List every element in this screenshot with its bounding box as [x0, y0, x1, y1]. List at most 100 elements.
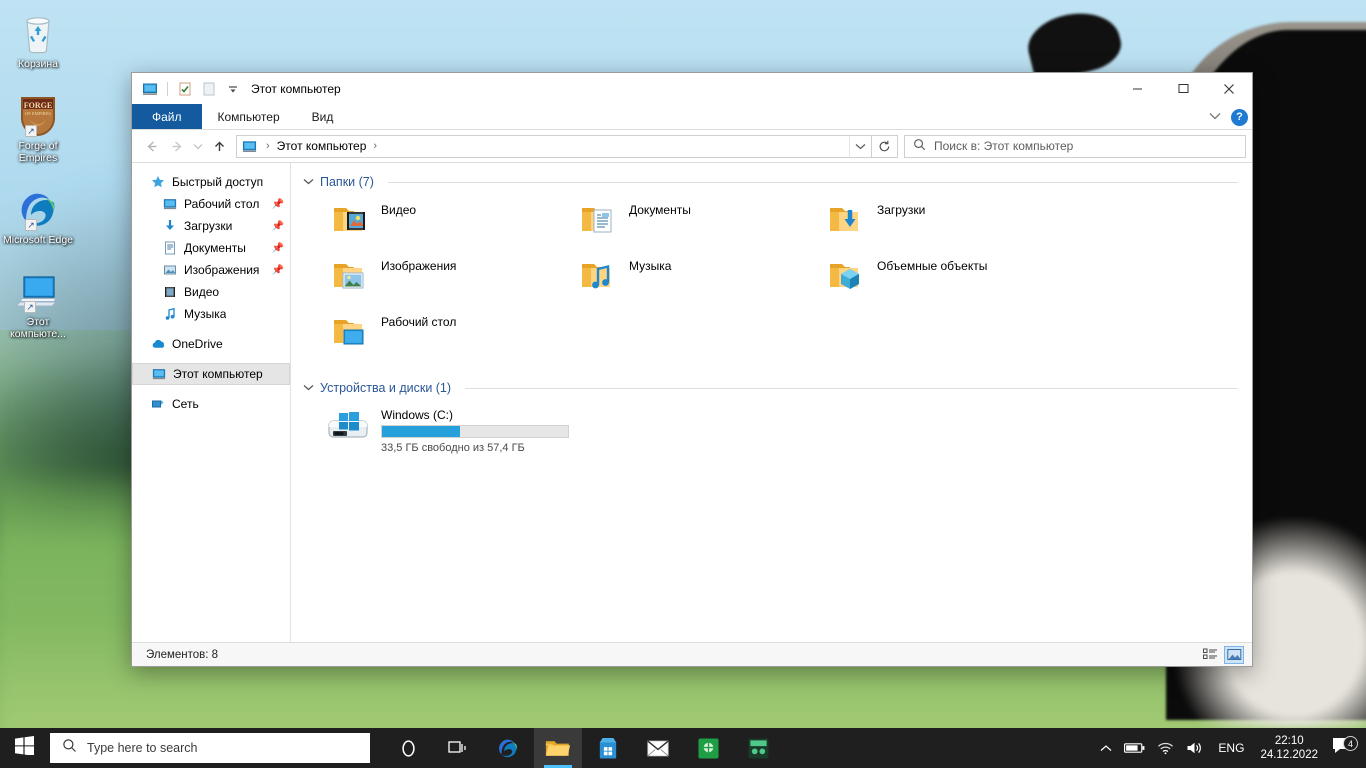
- cortana-icon[interactable]: [384, 728, 432, 768]
- folder-item-desktop[interactable]: Рабочий стол: [303, 307, 551, 363]
- pin-icon[interactable]: 📌: [272, 243, 284, 254]
- drive-capacity-bar: [381, 425, 569, 438]
- desktop-icon-label: Этот компьюте...: [10, 316, 66, 340]
- sidebar-item-music[interactable]: Музыка: [132, 303, 290, 325]
- sidebar-item-this-pc[interactable]: Этот компьютер: [132, 363, 290, 385]
- this-pc-icon: [151, 366, 167, 382]
- details-view-button[interactable]: [1200, 646, 1220, 664]
- sidebar-item-onedrive[interactable]: OneDrive: [132, 333, 290, 355]
- file-explorer-window[interactable]: Этот компьютер Файл Компьютер Вид ? › Эт…: [131, 72, 1253, 667]
- system-tray[interactable]: ENG 22:10 24.12.2022 4: [1094, 728, 1366, 768]
- folder-item-pictures[interactable]: Изображения: [303, 251, 551, 307]
- search-icon: [913, 138, 926, 154]
- chevron-down-icon[interactable]: [303, 383, 314, 394]
- customize-qat-icon[interactable]: [223, 79, 243, 99]
- content-pane[interactable]: Папки (7) Видео Документы Загрузки Изобр…: [291, 163, 1252, 642]
- drives-group-header[interactable]: Устройства и диски (1): [303, 381, 1238, 395]
- desktop-icon-recycle-bin[interactable]: Корзина: [0, 6, 76, 74]
- mail-icon[interactable]: [634, 728, 682, 768]
- desktop[interactable]: Корзина FORGE OF EMPIRES ↗ Forge of Empi…: [0, 0, 1366, 768]
- folder-item-3d-objects[interactable]: Объемные объекты: [799, 251, 1047, 307]
- window-controls[interactable]: [1114, 73, 1252, 104]
- drive-item-windows-c[interactable]: Windows (C:) 33,5 ГБ свободно из 57,4 ГБ: [303, 401, 1238, 454]
- microsoft-edge-icon: ↗: [2, 186, 74, 232]
- title-bar[interactable]: Этот компьютер: [132, 73, 1252, 104]
- new-folder-icon[interactable]: [199, 79, 219, 99]
- folder-item-downloads[interactable]: Загрузки: [799, 195, 1047, 251]
- clock-date: 24.12.2022: [1260, 749, 1318, 761]
- address-bar[interactable]: › Этот компьютер ›: [236, 134, 872, 158]
- microsoft-edge-icon[interactable]: [484, 728, 532, 768]
- folder-item-documents[interactable]: Документы: [551, 195, 799, 251]
- maximize-button[interactable]: [1160, 73, 1206, 104]
- chevron-down-icon[interactable]: [303, 177, 314, 188]
- sidebar-item-documents[interactable]: Документы 📌: [132, 237, 290, 259]
- help-button[interactable]: ?: [1231, 108, 1248, 126]
- tab-file[interactable]: Файл: [132, 104, 202, 129]
- up-arrow-icon[interactable]: [206, 133, 232, 159]
- navigation-pane[interactable]: Быстрый доступ Рабочий стол 📌 Загрузки 📌…: [132, 163, 291, 642]
- folders-group-header[interactable]: Папки (7): [303, 175, 1238, 189]
- desktop-folder-icon: [331, 311, 371, 351]
- ribbon-right-controls[interactable]: ?: [1205, 104, 1248, 130]
- desktop-icon-this-pc[interactable]: ↗ Этот компьюте...: [0, 264, 76, 344]
- chevron-up-icon[interactable]: [1094, 728, 1118, 768]
- tab-computer[interactable]: Компьютер: [202, 104, 296, 129]
- ribbon-tab-bar[interactable]: Файл Компьютер Вид ?: [132, 104, 1252, 130]
- forward-arrow-icon[interactable]: [164, 133, 190, 159]
- pin-icon[interactable]: 📌: [272, 199, 284, 210]
- sidebar-item-quick-access[interactable]: Быстрый доступ: [132, 171, 290, 193]
- file-explorer-icon[interactable]: [534, 728, 582, 768]
- search-input[interactable]: Поиск в: Этот компьютер: [904, 134, 1246, 158]
- volume-icon[interactable]: [1180, 728, 1210, 768]
- folder-item-label: Видео: [381, 203, 417, 217]
- address-dropdown-icon[interactable]: [849, 135, 871, 157]
- properties-icon[interactable]: [175, 79, 195, 99]
- start-button[interactable]: [0, 728, 48, 768]
- microsoft-store-icon[interactable]: [584, 728, 632, 768]
- sidebar-item-pictures[interactable]: Изображения 📌: [132, 259, 290, 281]
- recent-locations-icon[interactable]: [190, 133, 206, 159]
- desktop-icon-microsoft-edge[interactable]: ↗ Microsoft Edge: [0, 182, 76, 250]
- notifications-button[interactable]: 4: [1326, 736, 1362, 759]
- language-indicator[interactable]: ENG: [1210, 741, 1252, 755]
- sidebar-item-network[interactable]: Сеть: [132, 393, 290, 415]
- clock[interactable]: 22:10 24.12.2022: [1252, 734, 1326, 762]
- app-dark-icon[interactable]: [734, 728, 782, 768]
- group-divider: [387, 181, 1238, 183]
- folder-item-videos[interactable]: Видео: [303, 195, 551, 251]
- breadcrumb-item-this-pc[interactable]: Этот компьютер: [275, 139, 369, 153]
- qat-separator: [167, 81, 168, 96]
- back-arrow-icon[interactable]: [138, 133, 164, 159]
- tab-view[interactable]: Вид: [296, 104, 350, 129]
- wifi-icon[interactable]: [1151, 728, 1180, 768]
- videos-folder-icon: [331, 199, 371, 239]
- pin-icon[interactable]: 📌: [272, 265, 284, 276]
- refresh-button[interactable]: [872, 134, 898, 158]
- battery-icon[interactable]: [1118, 728, 1151, 768]
- folders-tile-grid[interactable]: Видео Документы Загрузки Изображения Муз…: [303, 195, 1238, 363]
- desktop-icon-label: Корзина: [18, 58, 58, 70]
- taskbar-items[interactable]: [384, 728, 782, 768]
- large-icons-view-button[interactable]: [1224, 645, 1244, 664]
- taskbar[interactable]: Type here to search ENG 22:10 24.12.2022…: [0, 728, 1366, 768]
- group-divider: [465, 387, 1238, 389]
- desktop-icon-forge-of-empires[interactable]: FORGE OF EMPIRES ↗ Forge of Empires: [0, 88, 76, 168]
- minimize-button[interactable]: [1114, 73, 1160, 104]
- sidebar-item-videos[interactable]: Видео: [132, 281, 290, 303]
- view-mode-buttons[interactable]: [1200, 645, 1244, 664]
- pin-icon[interactable]: 📌: [272, 221, 284, 232]
- task-view-icon[interactable]: [434, 728, 482, 768]
- close-button[interactable]: [1206, 73, 1252, 104]
- navigation-toolbar[interactable]: › Этот компьютер › Поиск в: Этот компьют…: [132, 130, 1252, 162]
- quick-access-toolbar[interactable]: [140, 79, 243, 99]
- sidebar-item-desktop[interactable]: Рабочий стол 📌: [132, 193, 290, 215]
- svg-text:OF EMPIRES: OF EMPIRES: [25, 111, 51, 116]
- taskbar-search-input[interactable]: Type here to search: [50, 733, 370, 763]
- system-menu-icon[interactable]: [140, 79, 160, 99]
- sidebar-item-downloads[interactable]: Загрузки 📌: [132, 215, 290, 237]
- chevron-down-icon[interactable]: [1205, 112, 1225, 123]
- breadcrumb-separator-end[interactable]: ›: [373, 140, 377, 152]
- folder-item-music[interactable]: Музыка: [551, 251, 799, 307]
- app-green-icon[interactable]: [684, 728, 732, 768]
